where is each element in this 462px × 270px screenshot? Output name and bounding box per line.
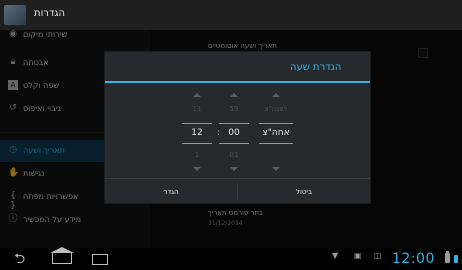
hour-selection-line-bottom [182,143,212,144]
dialog-title: הגדרת שעה [290,62,342,73]
download-icon[interactable]: ▼ [332,251,338,260]
recent-apps-icon[interactable] [92,254,108,265]
set-button-label: הגדר [163,188,179,196]
wifi-icon: ◫ [374,251,382,260]
minute-prev[interactable]: 59 [219,105,249,113]
action-bar-title: הגדרות [34,8,66,19]
ampm-decrement-arrow[interactable] [272,167,280,171]
hour-prev[interactable]: 11 [182,105,212,113]
set-time-dialog: הגדרת שעה 11 12 1 : 59 00 01 לפנה"צ אחה"… [105,52,370,203]
minute-decrement-arrow[interactable] [230,167,238,171]
hour-decrement-arrow[interactable] [193,167,201,171]
minute-selection-line-top [219,123,249,124]
ampm-value[interactable]: אחה"צ [259,128,293,138]
minute-increment-arrow[interactable] [230,93,238,97]
cancel-button[interactable]: ביטול [238,179,370,204]
status-clock[interactable]: 12:00 [392,251,435,267]
minute-next[interactable]: 01 [219,151,249,159]
hour-picker[interactable]: 11 12 1 [182,85,212,175]
dialog-title-bar: הגדרת שעה [105,52,370,82]
hour-increment-arrow[interactable] [193,93,201,97]
home-icon[interactable] [50,247,74,264]
hour-selection-line-top [182,123,212,124]
screenshot-icon[interactable]: ▣ [354,251,362,260]
ampm-selection-line-bottom [259,143,293,144]
battery-icon [445,251,450,263]
ampm-prev[interactable]: לפנה"צ [259,105,293,113]
ampm-picker[interactable]: לפנה"צ אחה"צ [259,85,293,175]
signal-icon [454,255,458,263]
minute-selection-line-bottom [219,143,249,144]
set-button[interactable]: הגדר [105,179,237,204]
ampm-increment-arrow[interactable] [272,93,280,97]
settings-app-icon[interactable] [4,5,26,25]
minute-picker[interactable]: 59 00 01 [219,85,249,175]
system-nav-bar: ⮌ ▼ ▣ ◫ 12:00 [0,247,462,270]
cancel-button-label: ביטול [295,188,313,196]
hour-next[interactable]: 1 [182,151,212,159]
dialog-button-bar: הגדר ביטול [105,178,370,204]
ampm-selection-line-top [259,123,293,124]
dialog-title-underline [105,81,370,83]
hour-value[interactable]: 12 [182,128,212,138]
back-icon[interactable]: ⮌ [14,252,25,266]
minute-value[interactable]: 00 [219,128,249,138]
